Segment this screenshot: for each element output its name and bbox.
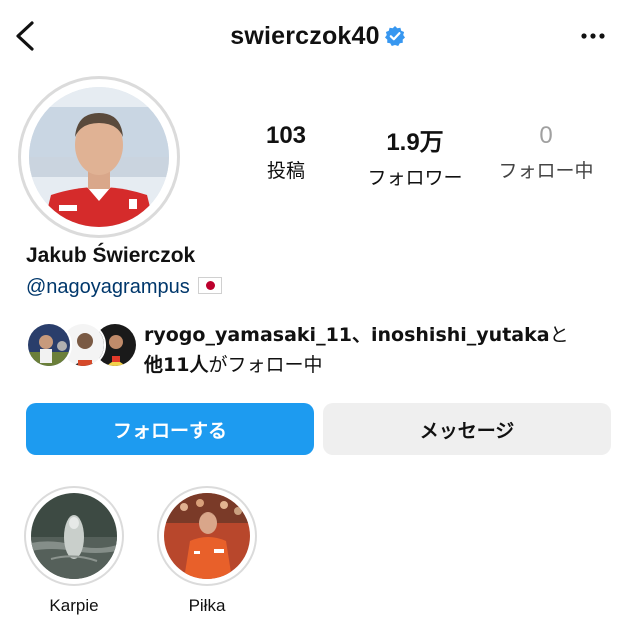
mention-link[interactable]: @nagoyagrampus	[26, 276, 190, 298]
follow-button[interactable]: フォローする	[26, 403, 314, 455]
top-bar: swierczok40	[0, 0, 636, 74]
stat-following[interactable]: 0 フォロー中	[488, 122, 604, 183]
following-label: フォロー中	[498, 160, 594, 182]
mutual-followers-avatars[interactable]	[26, 322, 138, 370]
mutual-connector: と	[549, 324, 569, 346]
more-horizontal-icon[interactable]	[580, 26, 606, 46]
highlight-karpie[interactable]: Karpie	[24, 486, 124, 616]
highlight-cover	[157, 486, 257, 586]
verified-badge-icon	[384, 25, 405, 46]
bio-line: @nagoyagrampus	[26, 276, 222, 299]
posts-label: 投稿	[266, 160, 305, 182]
header-title: swierczok40	[0, 22, 636, 51]
stat-posts[interactable]: 103 投稿	[244, 122, 328, 183]
followed-by-text[interactable]: ryogo_yamasaki_11、inoshishi_yutakaと 他11人…	[144, 320, 614, 380]
followers-count: 1.9万	[386, 129, 444, 156]
highlight-cover	[24, 486, 124, 586]
profile-avatar[interactable]	[18, 76, 180, 238]
posts-count: 103	[265, 122, 307, 149]
stat-followers[interactable]: 1.9万 フォロワー	[350, 122, 480, 190]
japan-flag-icon	[197, 277, 222, 295]
highlight-label: Piłka	[188, 596, 226, 615]
profile-full-name: Jakub Świerczok	[26, 244, 196, 267]
following-count: 0	[539, 122, 553, 149]
mutual-avatar	[26, 322, 72, 368]
followers-label: フォロワー	[367, 167, 463, 189]
mutual-suffix: がフォロー中	[208, 354, 323, 376]
mutual-others: 他11人	[144, 354, 209, 376]
message-button[interactable]: メッセージ	[323, 403, 611, 455]
username-title: swierczok40	[230, 22, 380, 50]
mutual-names: ryogo_yamasaki_11、inoshishi_yutaka	[144, 324, 550, 346]
highlight-label: Karpie	[49, 596, 99, 615]
profile-photo	[29, 87, 169, 227]
highlight-pilka[interactable]: Piłka	[157, 486, 257, 616]
